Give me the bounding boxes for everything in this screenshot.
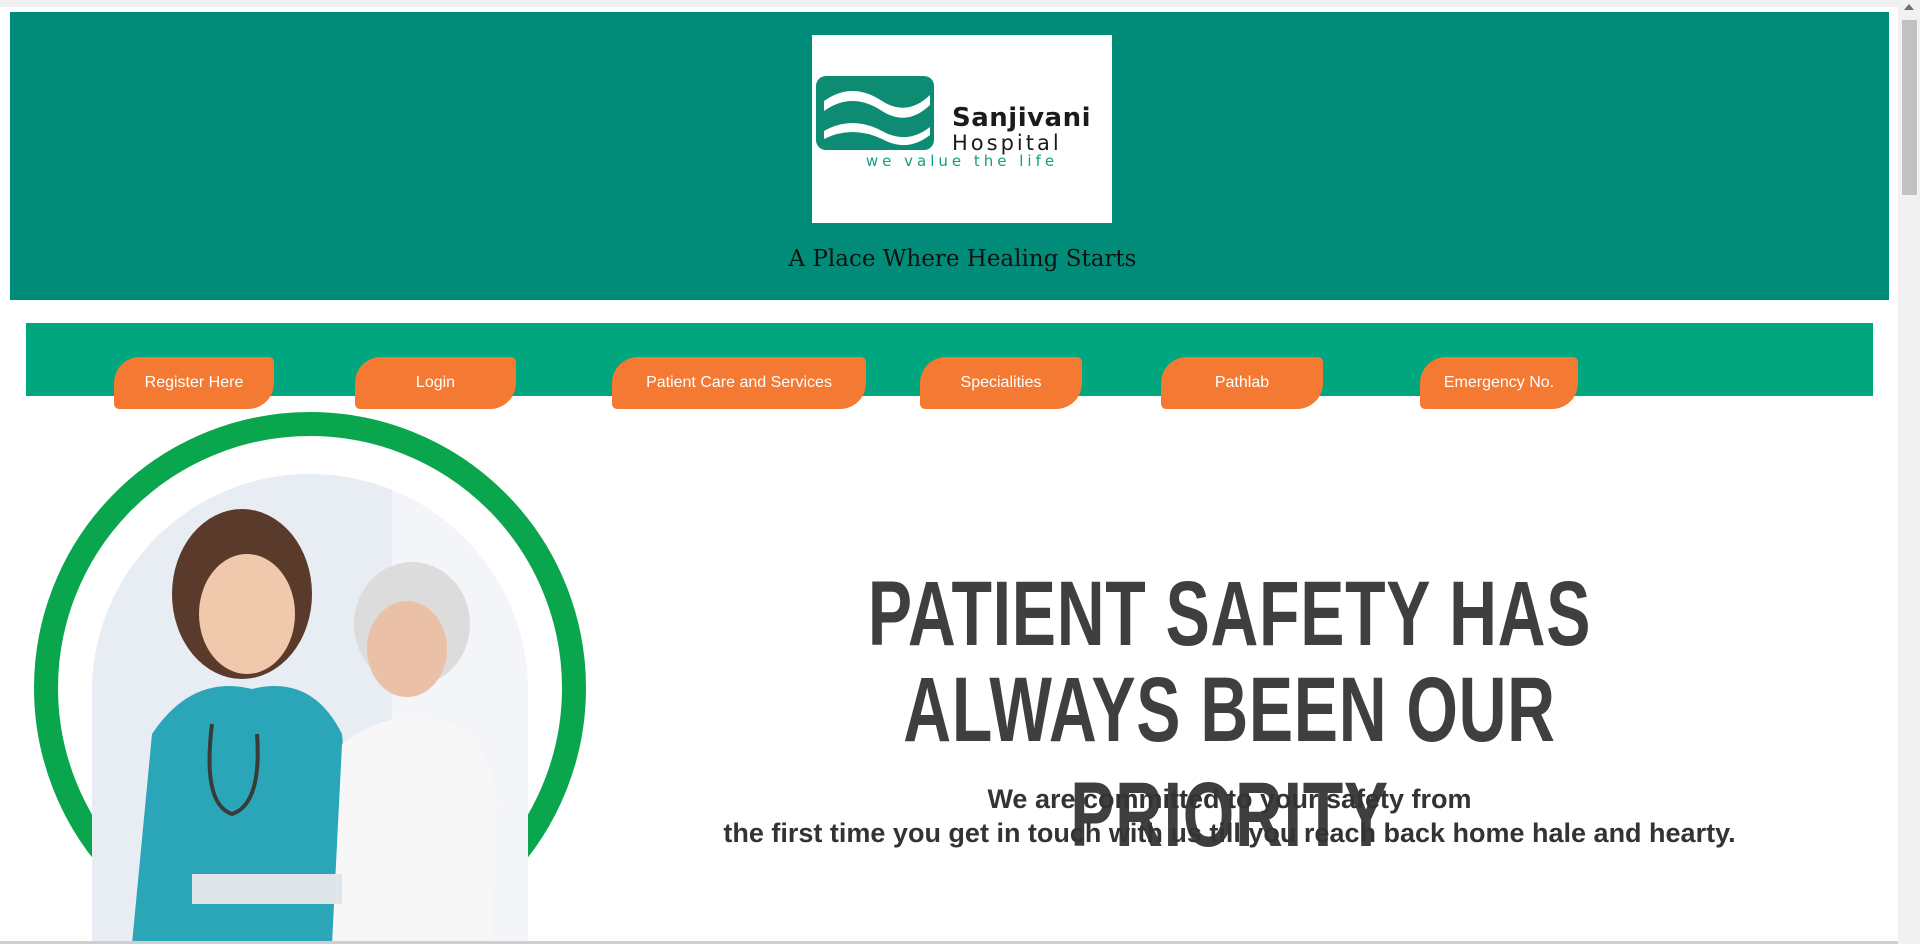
hospital-logo[interactable]: Sanjivani Hospital we value the life (812, 35, 1112, 223)
logo-name: Sanjivani (952, 103, 1092, 133)
nurse-patient-photo (92, 474, 528, 944)
scroll-up-arrow-icon[interactable] (1904, 4, 1914, 10)
vertical-scrollbar[interactable] (1898, 0, 1920, 944)
scrollbar-thumb[interactable] (1902, 20, 1917, 195)
emergency-button[interactable]: Emergency No. (1420, 357, 1578, 409)
register-button[interactable]: Register Here (114, 357, 274, 409)
login-button[interactable]: Login (355, 357, 516, 409)
page-top-border (0, 0, 1920, 7)
patient-care-button[interactable]: Patient Care and Services (612, 357, 866, 409)
hero-subline-2: the first time you get in touch with us … (723, 818, 1736, 848)
specialities-button[interactable]: Specialities (920, 357, 1082, 409)
site-header: Sanjivani Hospital we value the life A P… (10, 12, 1889, 300)
site-tagline: A Place Where Healing Starts (788, 246, 1137, 272)
hero-banner: PATIENT SAFETY HAS ALWAYS BEEN OUR PRIOR… (26, 412, 1873, 944)
logo-tagline: we value the life (865, 152, 1059, 170)
hero-subline-1: We are committed to your safety from (987, 784, 1472, 814)
pathlab-button[interactable]: Pathlab (1161, 357, 1323, 409)
hero-headline-line1: PATIENT SAFETY HAS (867, 563, 1592, 665)
